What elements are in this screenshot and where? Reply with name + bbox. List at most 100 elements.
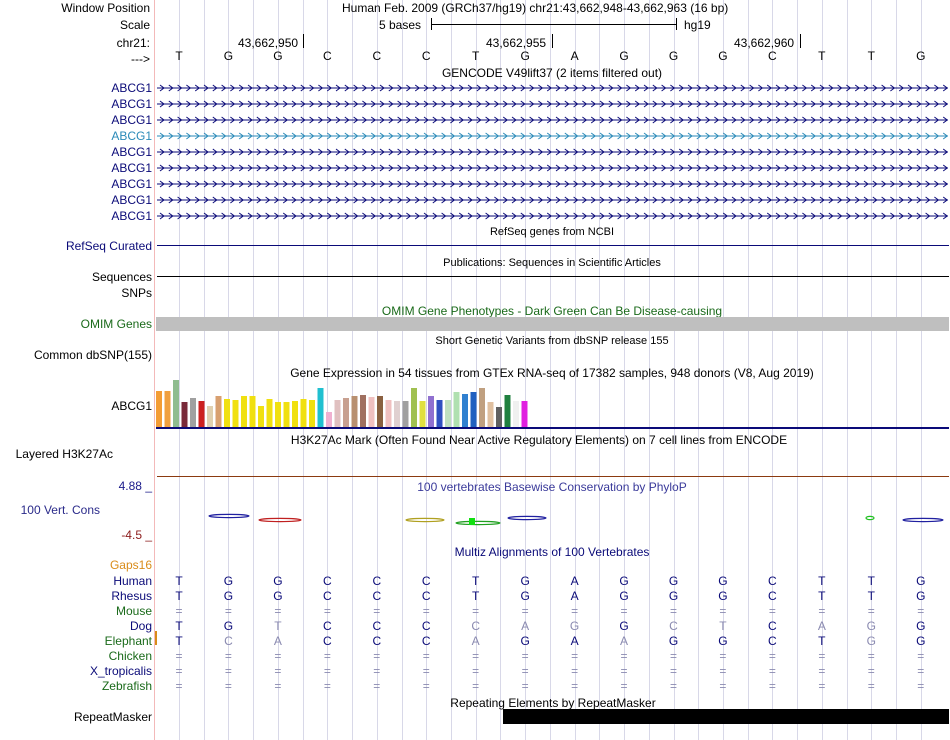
multiz-base: = [620,664,628,678]
multiz-track-title: Multiz Alignments of 100 Vertebrates [454,545,650,559]
multiz-base: G [668,634,679,648]
multiz-base: = [521,604,529,618]
multiz-base: = [175,649,183,663]
multiz-base: C [421,619,431,633]
multiz-base: = [917,604,925,618]
multiz-base: C [372,589,382,603]
multiz-base: = [818,649,826,663]
multiz-base: = [818,604,826,618]
multiz-base: = [669,664,677,678]
multiz-base: T [719,619,727,633]
multiz-base: G [619,619,629,633]
multiz-base: = [867,679,875,693]
multiz-base: A [570,574,579,588]
multiz-base: A [471,634,480,648]
multiz-base: G [866,634,876,648]
multiz-base: = [274,679,282,693]
multiz-base: = [224,649,232,663]
multiz-base: = [373,604,381,618]
multiz-base: = [867,664,875,678]
multiz-base: G [223,589,234,603]
multiz-base: = [768,664,776,678]
multiz-base: = [719,664,727,678]
multiz-base: G [223,619,234,633]
multiz-base: G [520,634,530,648]
multiz-base: T [175,574,183,588]
multiz-base: G [520,589,530,603]
multiz-base: C [372,574,382,588]
elephant-gap-marker [155,631,157,645]
multiz-base: = [669,679,677,693]
phylop-score-mark [258,517,302,523]
repeatmasker-element[interactable] [503,709,949,724]
multiz-base: = [571,664,579,678]
multiz-base: = [274,664,282,678]
multiz-base: = [175,679,183,693]
multiz-base: = [521,649,529,663]
multiz-base: G [916,619,926,633]
multiz-base: G [619,574,629,588]
multiz-base: T [175,619,183,633]
multiz-base: C [669,619,678,633]
multiz-base: C [421,589,431,603]
multiz-base: C [323,634,332,648]
multiz-base: G [569,619,580,633]
multiz-base: A [521,619,530,633]
multiz-base: A [570,589,579,603]
multiz-base: A [817,619,826,633]
multiz-base: = [422,649,430,663]
phylop-score-mark [865,515,875,521]
multiz-base: T [818,574,826,588]
multiz-base: A [570,634,579,648]
multiz-base: = [521,664,529,678]
multiz-base: = [768,679,776,693]
multiz-base: = [323,604,331,618]
phylop-score-mark [405,517,445,523]
phylop-score-mark [208,513,250,519]
multiz-base: T [867,574,875,588]
multiz-base: = [472,664,480,678]
multiz-base: C [323,619,332,633]
multiz-base: = [175,604,183,618]
multiz-base: = [323,649,331,663]
multiz-base: T [274,619,282,633]
multiz-base: = [917,679,925,693]
multiz-base: = [224,679,232,693]
multiz-base: = [224,604,232,618]
multiz-base: C [768,589,777,603]
multiz-base: = [620,649,628,663]
multiz-base: C [768,634,777,648]
multiz-base: T [818,589,826,603]
multiz-base: A [620,634,629,648]
multiz-base: = [620,679,628,693]
multiz-base: G [916,574,926,588]
multiz-base: C [323,574,332,588]
multiz-base: = [669,604,677,618]
multiz-base: = [373,664,381,678]
multiz-base: = [175,664,183,678]
phylop-score-mark [902,517,944,523]
multiz-base: = [373,649,381,663]
multiz-base: G [916,634,926,648]
multiz-base: = [917,664,925,678]
multiz-base: T [472,589,480,603]
multiz-base: T [472,574,480,588]
multiz-base: = [719,679,727,693]
phylop-score-mark [455,520,501,526]
multiz-base: C [421,574,431,588]
multiz-base: C [768,619,777,633]
phylop-score-mark [507,515,547,521]
multiz-base: = [571,679,579,693]
multiz-base: = [224,664,232,678]
multiz-base: = [768,649,776,663]
multiz-base: = [373,679,381,693]
multiz-base: C [421,634,431,648]
multiz-base: = [323,679,331,693]
repeatmasker-track-title: Repeating Elements by RepeatMasker [450,696,656,710]
multiz-base: = [867,649,875,663]
multiz-base: T [867,589,875,603]
multiz-base: C [224,634,233,648]
multiz-base: = [472,679,480,693]
multiz-base: A [273,634,282,648]
multiz-base: G [223,574,234,588]
